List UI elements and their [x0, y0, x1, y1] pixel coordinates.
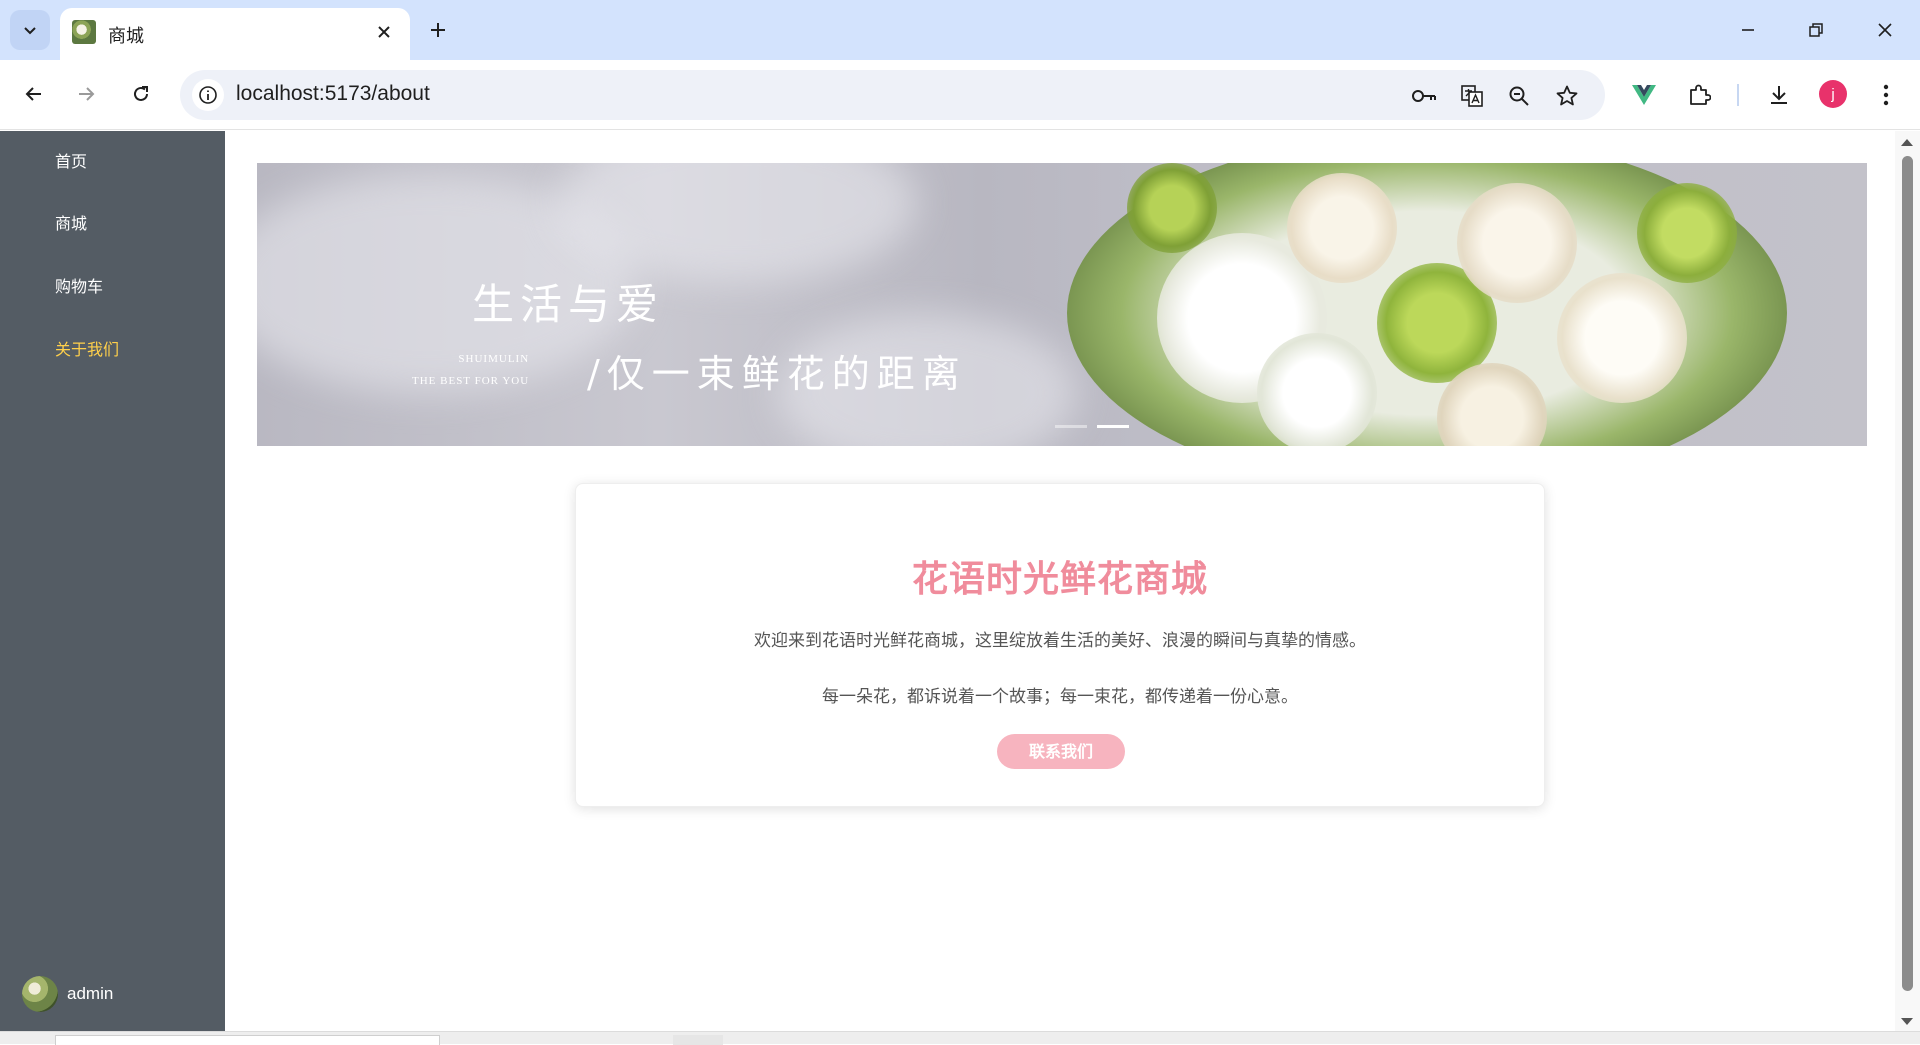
zoom-button[interactable] [1503, 80, 1535, 112]
star-icon [1556, 85, 1578, 106]
banner-small-line-1: SHUIMULIN [458, 353, 530, 365]
browser-tab-bar: 商城 [0, 0, 1920, 60]
restore-icon [1809, 23, 1823, 37]
url-text[interactable]: localhost:5173/about [236, 82, 430, 106]
tab-search-button[interactable] [10, 10, 50, 50]
browser-toolbar: localhost:5173/about j [0, 60, 1920, 130]
translate-icon [1461, 85, 1483, 107]
minimize-button[interactable] [1718, 6, 1778, 54]
vue-icon [1632, 85, 1656, 105]
close-window-button[interactable] [1855, 6, 1915, 54]
tab-title: 商城 [108, 26, 144, 47]
close-tab-button[interactable] [370, 18, 398, 46]
sidebar-item-shop[interactable]: 商城 [0, 193, 225, 255]
page-viewport: 首页 商城 购物车 关于我们 admin 生活与爱 SHUIMULIN THE … [0, 131, 1920, 1045]
toolbar-divider [1737, 84, 1739, 106]
forward-button[interactable] [66, 74, 106, 114]
profile-avatar[interactable]: j [1819, 80, 1847, 108]
chevron-down-icon [24, 27, 36, 35]
scroll-down-arrow-icon[interactable] [1901, 1018, 1913, 1025]
close-icon [1878, 23, 1892, 37]
puzzle-icon [1690, 84, 1711, 105]
vertical-scrollbar[interactable] [1895, 131, 1920, 1031]
close-icon [378, 26, 390, 38]
avatar [22, 976, 58, 1012]
favicon-icon [72, 20, 96, 44]
carousel-indicator-2[interactable] [1097, 425, 1129, 428]
username: admin [67, 984, 114, 1003]
reload-button[interactable] [121, 74, 161, 114]
arrow-left-icon [25, 87, 41, 101]
vue-devtools-extension[interactable] [1628, 79, 1660, 111]
sidebar: 首页 商城 购物车 关于我们 admin [0, 131, 225, 1031]
about-paragraph-2: 每一朵花，都诉说着一个故事；每一束花，都传递着一份心意。 [822, 687, 1298, 707]
about-paragraph-1: 欢迎来到花语时光鲜花商城，这里绽放着生活的美好、浪漫的瞬间与真挚的情感。 [754, 631, 1366, 651]
scroll-up-arrow-icon[interactable] [1901, 139, 1913, 146]
address-bar[interactable]: localhost:5173/about [180, 70, 1605, 120]
download-icon [1771, 86, 1787, 104]
about-card: 花语时光鲜花商城 欢迎来到花语时光鲜花商城，这里绽放着生活的美好、浪漫的瞬间与真… [575, 483, 1545, 807]
banner-small-line-2: THE BEST FOR YOU [412, 375, 530, 387]
passwords-button[interactable] [1408, 80, 1440, 112]
info-icon [199, 86, 217, 104]
sidebar-item-about[interactable]: 关于我们 [0, 319, 225, 381]
plus-icon [431, 23, 445, 37]
browser-tab[interactable]: 商城 [60, 8, 410, 60]
site-info-button[interactable] [192, 79, 224, 111]
banner-subtitle: /仅一束鲜花的距离 [587, 352, 967, 396]
browser-menu-button[interactable] [1870, 79, 1902, 111]
arrow-right-icon [79, 87, 95, 101]
more-vertical-icon [1883, 84, 1889, 106]
banner-title: 生活与爱 [472, 280, 665, 329]
horizontal-scrollbar [0, 1031, 1920, 1045]
page-title: 花语时光鲜花商城 [911, 559, 1208, 600]
scrollbar-thumb[interactable] [1902, 156, 1913, 991]
back-button[interactable] [14, 74, 54, 114]
contact-us-button[interactable]: 联系我们 [997, 734, 1125, 769]
minimize-icon [1742, 29, 1754, 31]
restore-button[interactable] [1786, 6, 1846, 54]
zoom-out-icon [1509, 86, 1529, 106]
carousel-banner[interactable]: 生活与爱 SHUIMULIN THE BEST FOR YOU /仅一束鲜花的距… [257, 163, 1867, 446]
translate-button[interactable] [1456, 80, 1488, 112]
key-icon [1412, 90, 1436, 102]
banner-small-text: SHUIMULIN THE BEST FOR YOU [412, 348, 529, 392]
new-tab-button[interactable] [420, 12, 456, 48]
bookmark-button[interactable] [1551, 80, 1583, 112]
sidebar-item-cart[interactable]: 购物车 [0, 256, 225, 318]
main-content: 生活与爱 SHUIMULIN THE BEST FOR YOU /仅一束鲜花的距… [225, 131, 1895, 1031]
carousel-indicator-1[interactable] [1055, 425, 1087, 428]
sidebar-item-home[interactable]: 首页 [0, 131, 225, 193]
reload-icon [134, 86, 148, 101]
downloads-button[interactable] [1763, 79, 1795, 111]
extensions-button[interactable] [1683, 79, 1715, 111]
